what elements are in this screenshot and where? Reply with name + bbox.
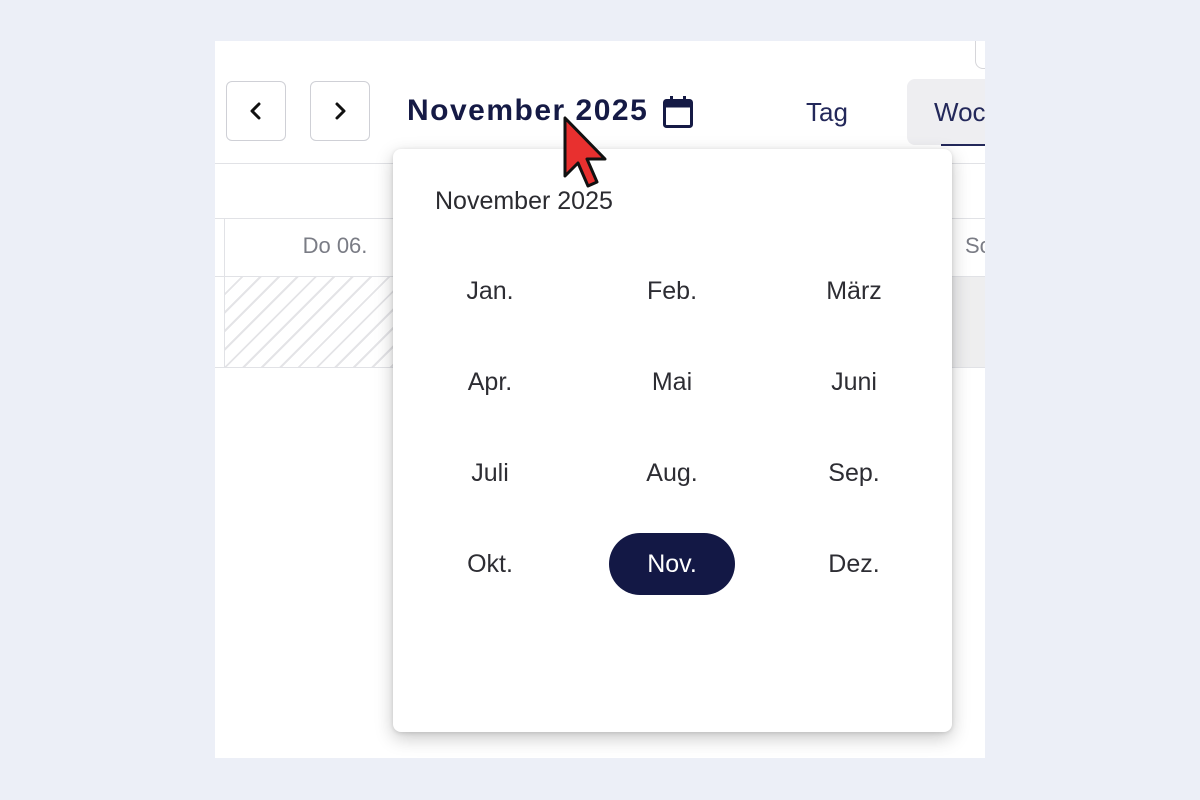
- month-option-january[interactable]: Jan.: [427, 260, 553, 322]
- calendar-icon[interactable]: [662, 95, 694, 133]
- month-option-june[interactable]: Juni: [791, 351, 917, 413]
- tab-week[interactable]: Woc: [907, 79, 985, 145]
- active-tab-indicator: [941, 144, 985, 146]
- chevron-left-icon: [248, 100, 264, 122]
- month-option-april[interactable]: Apr.: [427, 351, 553, 413]
- tab-day[interactable]: Tag: [775, 79, 879, 145]
- month-option-may[interactable]: Mai: [609, 351, 735, 413]
- month-option-february[interactable]: Feb.: [609, 260, 735, 322]
- mouse-cursor-icon: [560, 114, 610, 194]
- day-header-thursday: Do 06.: [302, 233, 368, 258]
- month-option-july[interactable]: Juli: [427, 442, 553, 504]
- month-picker-popover: November 2025 Jan. Feb. März Apr. Mai Ju…: [393, 149, 952, 732]
- month-option-march[interactable]: März: [791, 260, 917, 322]
- month-option-december[interactable]: Dez.: [791, 533, 917, 595]
- month-option-october[interactable]: Okt.: [427, 533, 553, 595]
- unavailable-time-cell: [225, 277, 400, 367]
- current-period-button[interactable]: November 2025: [407, 93, 648, 129]
- time-cell[interactable]: [950, 277, 985, 367]
- month-option-august[interactable]: Aug.: [609, 442, 735, 504]
- month-option-november-selected[interactable]: Nov.: [609, 533, 735, 595]
- month-option-september[interactable]: Sep.: [791, 442, 917, 504]
- top-control-fragment[interactable]: [975, 41, 985, 69]
- next-button[interactable]: [310, 81, 370, 141]
- day-header-partial: Sc: [965, 233, 985, 258]
- chevron-right-icon: [332, 100, 348, 122]
- previous-button[interactable]: [226, 81, 286, 141]
